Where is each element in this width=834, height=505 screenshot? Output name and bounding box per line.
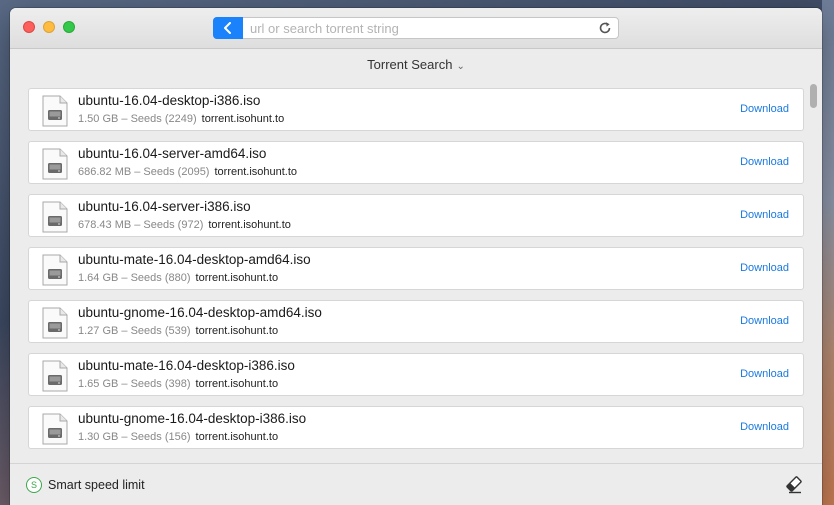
- file-meta: 686.82 MB – Seeds (2095) torrent.isohunt.…: [78, 166, 297, 178]
- file-name: ubuntu-gnome-16.04-desktop-amd64.iso: [78, 305, 322, 320]
- file-meta: 678.43 MB – Seeds (972) torrent.isohunt.t…: [78, 219, 291, 231]
- result-row: ubuntu-16.04-desktop-i386.iso 1.50 GB – …: [28, 88, 804, 131]
- chevron-left-icon: [224, 22, 231, 34]
- search-input[interactable]: [250, 20, 590, 36]
- download-link[interactable]: Download: [740, 209, 789, 221]
- file-name: ubuntu-16.04-server-i386.iso: [78, 199, 251, 214]
- file-name: ubuntu-mate-16.04-desktop-amd64.iso: [78, 252, 311, 267]
- section-selector[interactable]: Torrent Search ⌄: [10, 57, 822, 72]
- speed-limit-label: Smart speed limit: [48, 478, 145, 492]
- file-name: ubuntu-mate-16.04-desktop-i386.iso: [78, 358, 295, 373]
- size-seeds: 1.50 GB – Seeds (2249): [78, 113, 197, 125]
- download-link[interactable]: Download: [740, 262, 789, 274]
- back-button[interactable]: [213, 17, 243, 39]
- source-host: torrent.isohunt.to: [195, 378, 279, 390]
- file-name: ubuntu-16.04-server-amd64.iso: [78, 146, 267, 161]
- result-row: ubuntu-mate-16.04-desktop-i386.iso 1.65 …: [28, 353, 804, 396]
- size-seeds: 678.43 MB – Seeds (972): [78, 219, 204, 231]
- file-meta: 1.65 GB – Seeds (398) torrent.isohunt.to: [78, 378, 278, 390]
- source-host: torrent.isohunt.to: [208, 219, 291, 231]
- result-row: ubuntu-mate-16.04-desktop-amd64.iso 1.64…: [28, 247, 804, 290]
- results-list: ubuntu-16.04-desktop-i386.iso 1.50 GB – …: [28, 88, 804, 460]
- scrollbar-thumb[interactable]: [810, 84, 817, 108]
- source-host: torrent.isohunt.to: [195, 272, 279, 284]
- speed-limit-toggle[interactable]: S: [26, 477, 42, 493]
- size-seeds: 1.64 GB – Seeds (880): [78, 272, 191, 284]
- reload-icon[interactable]: [598, 21, 612, 35]
- eraser-icon[interactable]: [784, 474, 804, 494]
- file-name: ubuntu-gnome-16.04-desktop-i386.iso: [78, 411, 307, 426]
- disk-image-file-icon: [42, 201, 68, 233]
- download-link[interactable]: Download: [740, 368, 789, 380]
- file-meta: 1.27 GB – Seeds (539) torrent.isohunt.to: [78, 325, 278, 337]
- download-link[interactable]: Download: [740, 156, 789, 168]
- section-title: Torrent Search: [367, 57, 453, 72]
- chevron-down-icon: ⌄: [456, 61, 465, 72]
- disk-image-file-icon: [42, 360, 68, 392]
- close-window-button[interactable]: [23, 21, 35, 33]
- download-link[interactable]: Download: [740, 103, 789, 115]
- source-host: torrent.isohunt.to: [195, 431, 279, 443]
- footer-bar: S Smart speed limit: [10, 463, 822, 505]
- disk-image-file-icon: [42, 413, 68, 445]
- desktop-background: [822, 0, 834, 505]
- download-link[interactable]: Download: [740, 315, 789, 327]
- size-seeds: 686.82 MB – Seeds (2095): [78, 166, 210, 178]
- file-name: ubuntu-16.04-desktop-i386.iso: [78, 93, 261, 108]
- zoom-window-button[interactable]: [63, 21, 75, 33]
- result-row: ubuntu-gnome-16.04-desktop-i386.iso 1.30…: [28, 406, 804, 449]
- file-meta: 1.30 GB – Seeds (156) torrent.isohunt.to: [78, 431, 278, 443]
- source-host: torrent.isohunt.to: [195, 325, 279, 337]
- size-seeds: 1.65 GB – Seeds (398): [78, 378, 191, 390]
- app-window: Torrent Search⌄ ubuntu-16.04-desktop-i38…: [10, 8, 822, 505]
- disk-image-file-icon: [42, 148, 68, 180]
- minimize-window-button[interactable]: [43, 21, 55, 33]
- disk-image-file-icon: [42, 95, 68, 127]
- disk-image-file-icon: [42, 307, 68, 339]
- title-bar: [10, 8, 822, 49]
- search-bar: [213, 17, 619, 39]
- size-seeds: 1.27 GB – Seeds (539): [78, 325, 191, 337]
- size-seeds: 1.30 GB – Seeds (156): [78, 431, 191, 443]
- result-row: ubuntu-16.04-server-amd64.iso 686.82 MB …: [28, 141, 804, 184]
- file-meta: 1.64 GB – Seeds (880) torrent.isohunt.to: [78, 272, 278, 284]
- download-link[interactable]: Download: [740, 421, 789, 433]
- result-row: ubuntu-16.04-server-i386.iso 678.43 MB –…: [28, 194, 804, 237]
- source-host: torrent.isohunt.to: [214, 166, 298, 178]
- source-host: torrent.isohunt.to: [201, 113, 285, 125]
- result-row: ubuntu-gnome-16.04-desktop-amd64.iso 1.2…: [28, 300, 804, 343]
- disk-image-file-icon: [42, 254, 68, 286]
- file-meta: 1.50 GB – Seeds (2249) torrent.isohunt.to: [78, 113, 284, 125]
